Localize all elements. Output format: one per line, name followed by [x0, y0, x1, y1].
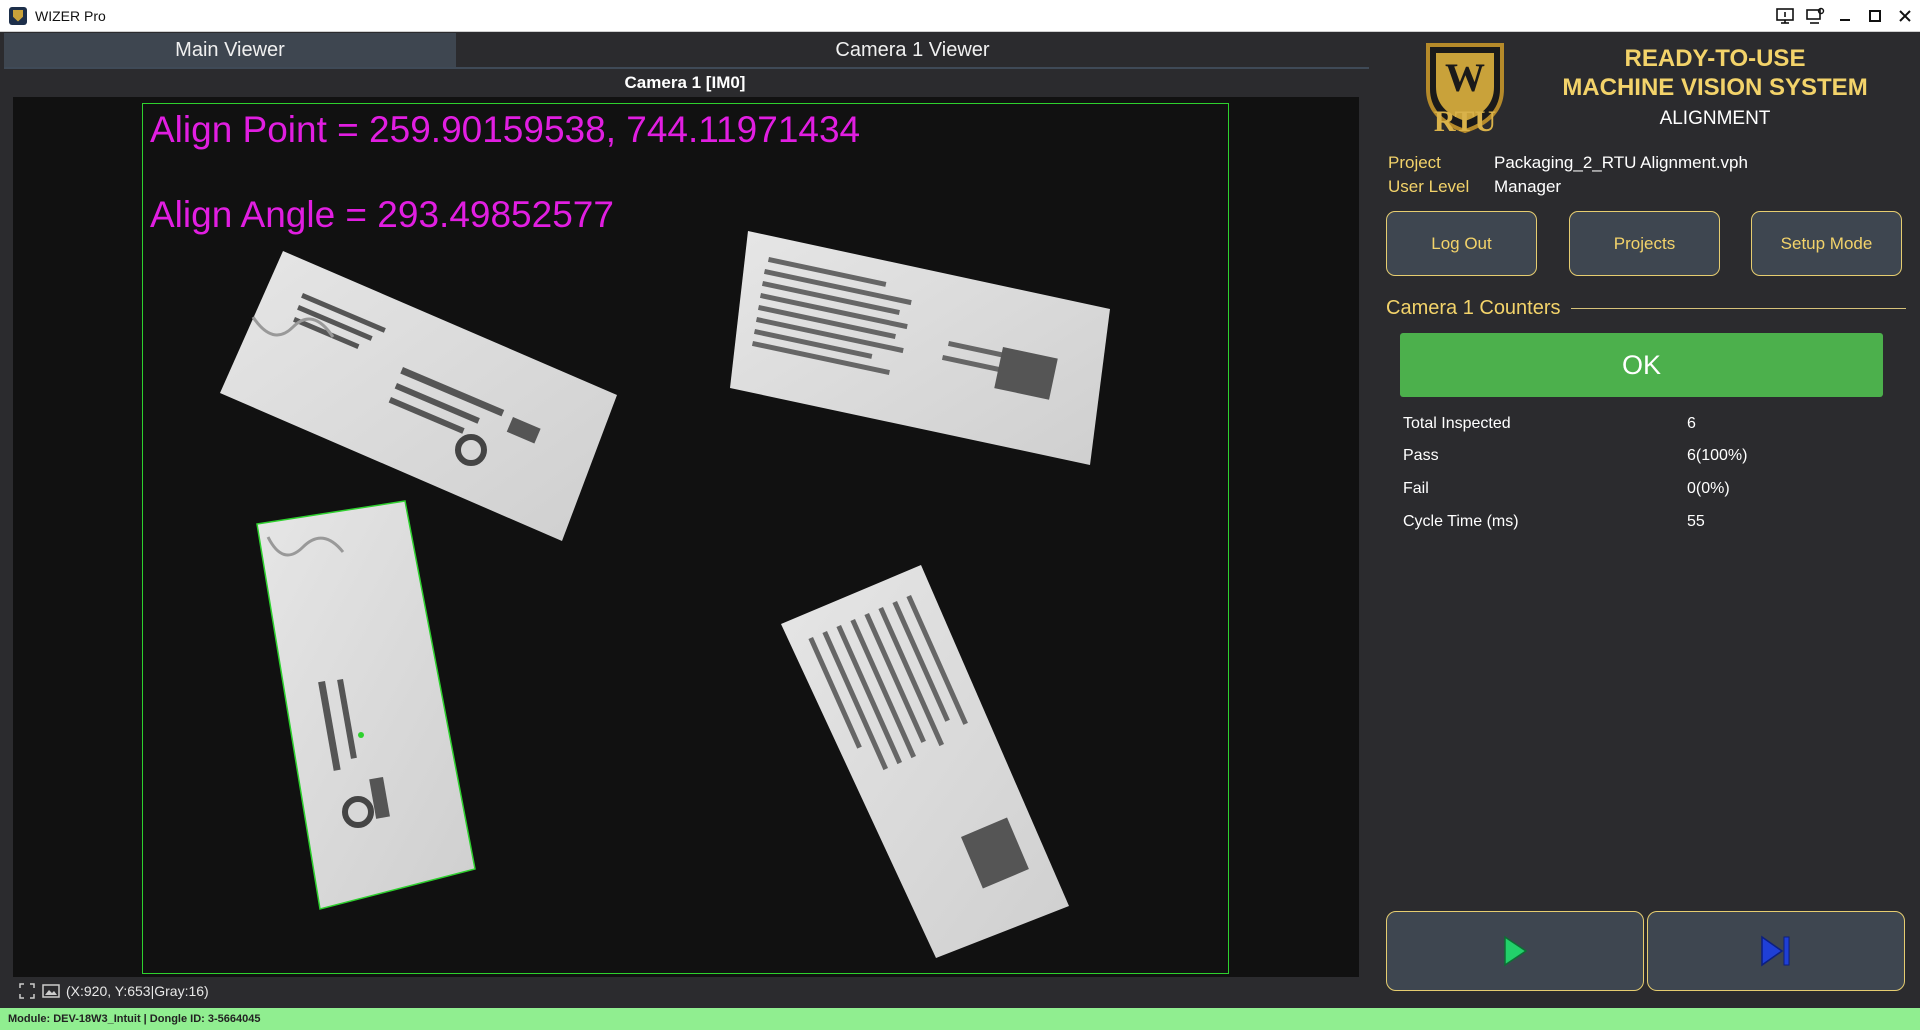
window-controls [1770, 0, 1920, 32]
project-label: Project [1388, 153, 1441, 172]
align-point-text: Align Point = 259.90159538, 744.11971434 [150, 109, 861, 150]
run-button[interactable] [1386, 911, 1644, 991]
minimize-icon[interactable] [1830, 0, 1860, 32]
fullscreen-monitor-icon[interactable] [1770, 0, 1800, 32]
counter-label: Cycle Time (ms) [1403, 513, 1519, 530]
brand-line-3: ALIGNMENT [1659, 108, 1771, 129]
brand-line-1: READY-TO-USE [1624, 45, 1806, 72]
counter-value: 6 [1687, 415, 1696, 432]
image-icon[interactable] [42, 982, 60, 1000]
setup-mode-button[interactable]: Setup Mode [1751, 211, 1902, 276]
counter-value: 55 [1687, 513, 1705, 530]
brand-line-2: MACHINE VISION SYSTEM [1562, 74, 1868, 101]
camera-title: Camera 1 [IM0] [624, 73, 746, 92]
project-row: Project Packaging_2_RTU Alignment.vph [1370, 153, 1890, 175]
project-value: Packaging_2_RTU Alignment.vph [1494, 153, 1748, 172]
control-panel: W RTU READY-TO-USE MACHINE VISION SYSTEM… [1370, 33, 1920, 1008]
user-level-label: User Level [1388, 177, 1470, 196]
tab-camera-1-viewer[interactable]: Camera 1 Viewer [456, 33, 1369, 67]
fit-screen-icon[interactable] [18, 982, 36, 1000]
module-status-bar: Module: DEV-18W3_Intuit | Dongle ID: 3-5… [0, 1008, 1920, 1030]
app-logo-icon [9, 6, 27, 25]
counter-label: Total Inspected [1403, 415, 1511, 432]
tab-main-viewer[interactable]: Main Viewer [4, 33, 456, 67]
title-bar: WIZER Pro [0, 0, 1920, 32]
counter-value: 6(100%) [1687, 447, 1748, 464]
close-icon[interactable] [1890, 0, 1920, 32]
step-button[interactable] [1647, 911, 1905, 991]
user-level-row: User Level Manager [1370, 177, 1890, 199]
align-angle-text: Align Angle = 293.49852577 [150, 194, 614, 235]
viewer-panel: Main Viewer Camera 1 Viewer Camera 1 [IM… [0, 33, 1370, 1008]
play-icon [1504, 935, 1528, 967]
camera-image-view[interactable]: Align Point = 259.90159538, 744.11971434… [13, 97, 1359, 977]
step-forward-icon [1761, 935, 1790, 967]
logout-button[interactable]: Log Out [1386, 211, 1537, 276]
projects-button[interactable]: Projects [1569, 211, 1720, 276]
counter-label: Pass [1403, 447, 1439, 464]
viewer-status-line: (X:920, Y:653|Gray:16) [18, 980, 209, 1002]
window-title: WIZER Pro [35, 7, 106, 24]
logo-rtu-text: RTU [1434, 105, 1496, 133]
counters-heading: Camera 1 Counters [1386, 296, 1561, 319]
viewer-tabs: Main Viewer Camera 1 Viewer [4, 33, 1369, 69]
counter-label: Fail [1403, 480, 1429, 497]
counters-header: Camera 1 Counters [1386, 295, 1906, 321]
monitor-settings-icon[interactable] [1800, 0, 1830, 32]
counter-value: 0(0%) [1687, 480, 1730, 497]
pixel-info: (X:920, Y:653|Gray:16) [66, 983, 209, 999]
counters-divider [1570, 307, 1906, 309]
user-level-value: Manager [1494, 177, 1562, 196]
rtu-logo: W RTU [1420, 41, 1510, 138]
maximize-icon[interactable] [1860, 0, 1890, 32]
result-status: OK [1400, 333, 1883, 397]
svg-text:W: W [1445, 55, 1485, 100]
